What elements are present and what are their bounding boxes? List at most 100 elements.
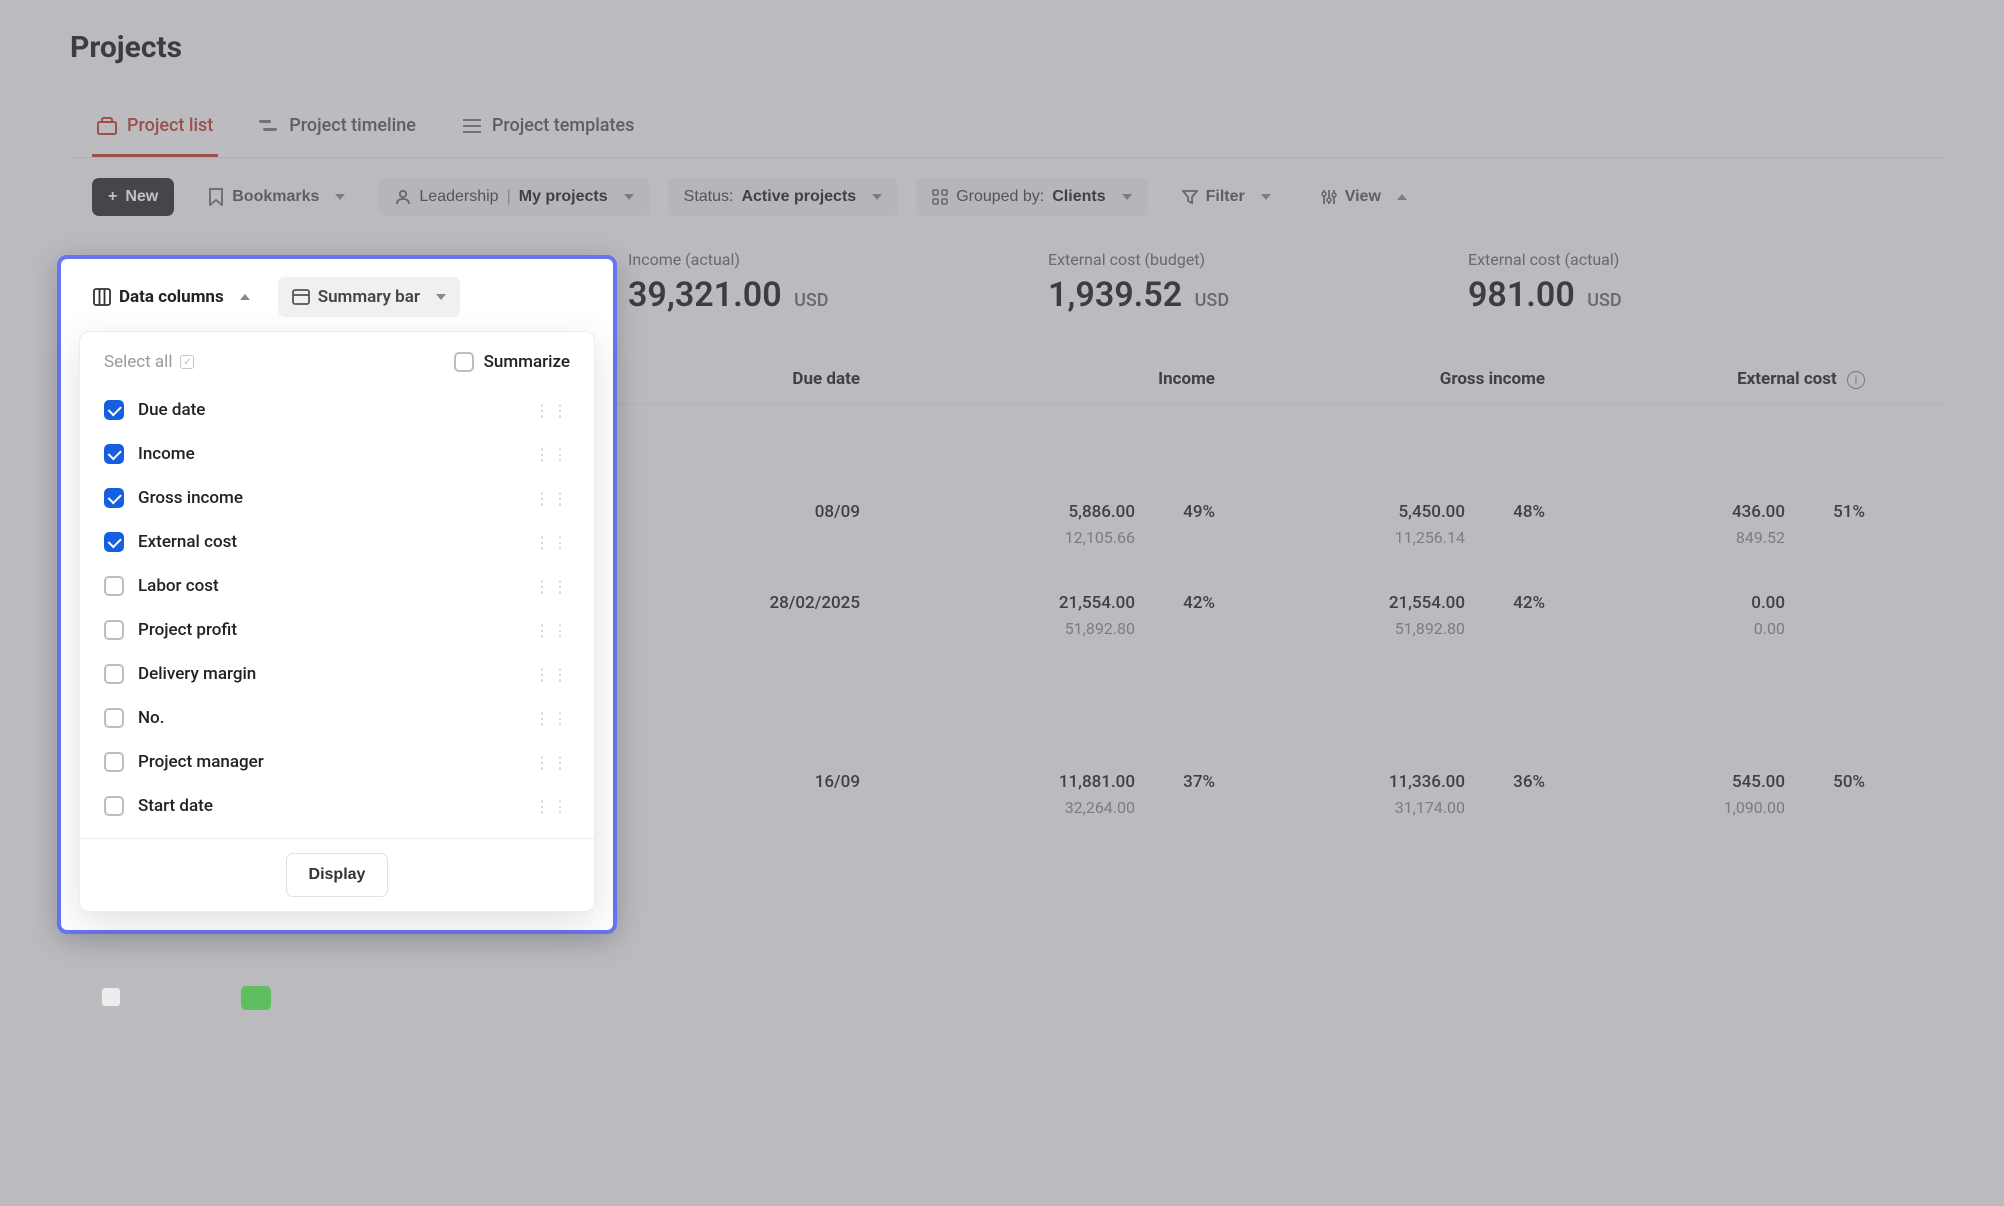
cell-gross-pct: 36% [1477,772,1545,792]
column-option[interactable]: Start date⋮⋮ [104,784,570,828]
status-chip[interactable]: Status: Active projects [668,178,899,216]
archive-icon [97,116,117,136]
column-option[interactable]: Gross income ⋮⋮ [104,476,570,520]
summary-value: 39,321.00 [628,275,782,315]
popover-tab-summary-bar[interactable]: Summary bar [278,277,460,317]
drag-handle-icon[interactable]: ⋮⋮ [534,445,570,464]
checkbox-icon[interactable] [104,796,124,816]
status-value: Active projects [741,188,856,206]
scope-value: My projects [519,188,608,206]
checkbox-icon[interactable] [104,444,124,464]
bookmarks-label: Bookmarks [232,188,319,206]
cell-gross-pct: 48% [1477,502,1545,522]
column-option[interactable]: Delivery margin⋮⋮ [104,652,570,696]
drag-handle-icon[interactable]: ⋮⋮ [534,665,570,684]
tab-project-timeline[interactable]: Project timeline [254,95,421,157]
summary-label: External cost (actual) [1468,250,1888,269]
select-all-toggle[interactable]: Select all ✓ [104,352,194,372]
cell-gross-pct: 42% [1477,593,1545,613]
option-label: No. [138,708,164,728]
drag-handle-icon[interactable]: ⋮⋮ [534,709,570,728]
column-settings-popover: Data columns Summary bar Select all ✓ Su… [57,255,617,934]
option-label: External cost [138,532,237,552]
option-label: Labor cost [138,576,219,596]
tab-label: Project list [127,115,213,136]
drag-handle-icon[interactable]: ⋮⋮ [534,621,570,640]
display-button[interactable]: Display [286,853,389,897]
column-option[interactable]: No. ⋮⋮ [104,696,570,740]
column-option[interactable]: Income ⋮⋮ [104,432,570,476]
layout-icon [292,289,310,305]
cell-gross-secondary: 31,174.00 [1215,798,1465,817]
view-button[interactable]: View [1305,178,1423,216]
summary-currency: USD [794,290,828,311]
checkbox-icon[interactable] [104,664,124,684]
summary-external-budget: External cost (budget) 1,939.52 USD [1048,250,1468,315]
cell-gross-primary: 21,554.00 [1215,593,1465,613]
row-checkbox[interactable] [100,986,122,1008]
option-label: Project profit [138,620,237,640]
option-label: Income [138,444,195,464]
drag-handle-icon[interactable]: ⋮⋮ [534,489,570,508]
new-button[interactable]: + New [92,178,174,216]
checkbox-icon[interactable] [104,400,124,420]
column-gross-income[interactable]: Gross income [1215,369,1545,389]
cell-due-date: 28/02/2025 [650,593,860,613]
cell-ext-primary: 545.00 [1545,772,1785,792]
cell-income-pct: 37% [1147,772,1215,792]
view-label: View [1345,188,1381,206]
drag-handle-icon[interactable]: ⋮⋮ [534,577,570,596]
checkbox-icon[interactable] [104,708,124,728]
column-option[interactable]: Due date ⋮⋮ [104,388,570,432]
checkbox-icon[interactable] [104,620,124,640]
popover-tab-data-columns[interactable]: Data columns [79,277,264,317]
cell-gross-primary: 11,336.00 [1215,772,1465,792]
column-due-date[interactable]: Due date [650,369,890,389]
select-all-label: Select all [104,352,172,372]
tab-bar: Project list Project timeline Project te… [70,95,1944,158]
cell-income-secondary: 51,892.80 [890,619,1135,638]
tab-project-templates[interactable]: Project templates [457,95,639,157]
check-icon: ✓ [180,355,194,369]
checkbox-icon[interactable] [104,752,124,772]
option-label: Due date [138,400,205,420]
drag-handle-icon[interactable]: ⋮⋮ [534,533,570,552]
checkbox-icon[interactable] [104,532,124,552]
grid-icon [932,189,948,205]
summary-external-actual: External cost (actual) 981.00 USD [1468,250,1888,315]
column-option[interactable]: Project profit ⋮⋮ [104,608,570,652]
checkbox-icon[interactable] [104,488,124,508]
popover-tab-label: Summary bar [318,287,420,307]
person-icon [395,189,411,205]
summarize-label: Summarize [484,352,570,372]
bookmark-icon [208,188,224,206]
summary-value: 1,939.52 [1048,275,1182,315]
tab-label: Project templates [492,115,634,136]
option-label: Gross income [138,488,243,508]
summary-currency: USD [1587,290,1621,311]
column-dropdown: Select all ✓ Summarize Due date ⋮⋮ Income ⋮… [79,331,595,912]
column-option[interactable]: Project manager⋮⋮ [104,740,570,784]
filter-button[interactable]: Filter [1166,178,1287,216]
column-option[interactable]: Labor cost ⋮⋮ [104,564,570,608]
info-icon[interactable]: i [1847,371,1865,389]
column-income[interactable]: Income [890,369,1215,389]
tab-project-list[interactable]: Project list [92,95,218,157]
group-chip[interactable]: Grouped by: Clients [916,178,1147,216]
column-option[interactable]: External cost ⋮⋮ [104,520,570,564]
scope-chip[interactable]: Leadership | My projects [379,178,649,216]
checkbox-icon [454,352,474,372]
drag-handle-icon[interactable]: ⋮⋮ [534,401,570,420]
timeline-icon [259,116,279,136]
columns-icon [93,288,111,306]
summary-label: Income (actual) [628,250,1048,269]
column-external-cost[interactable]: External cost i [1545,369,1865,389]
bookmarks-button[interactable]: Bookmarks [192,178,361,216]
summarize-toggle[interactable]: Summarize [454,352,570,372]
cell-gross-secondary: 51,892.80 [1215,619,1465,638]
cell-due-date: 08/09 [650,502,860,522]
checkbox-icon[interactable] [104,576,124,596]
drag-handle-icon[interactable]: ⋮⋮ [534,797,570,816]
cell-ext-secondary: 1,090.00 [1545,798,1785,817]
drag-handle-icon[interactable]: ⋮⋮ [534,753,570,772]
